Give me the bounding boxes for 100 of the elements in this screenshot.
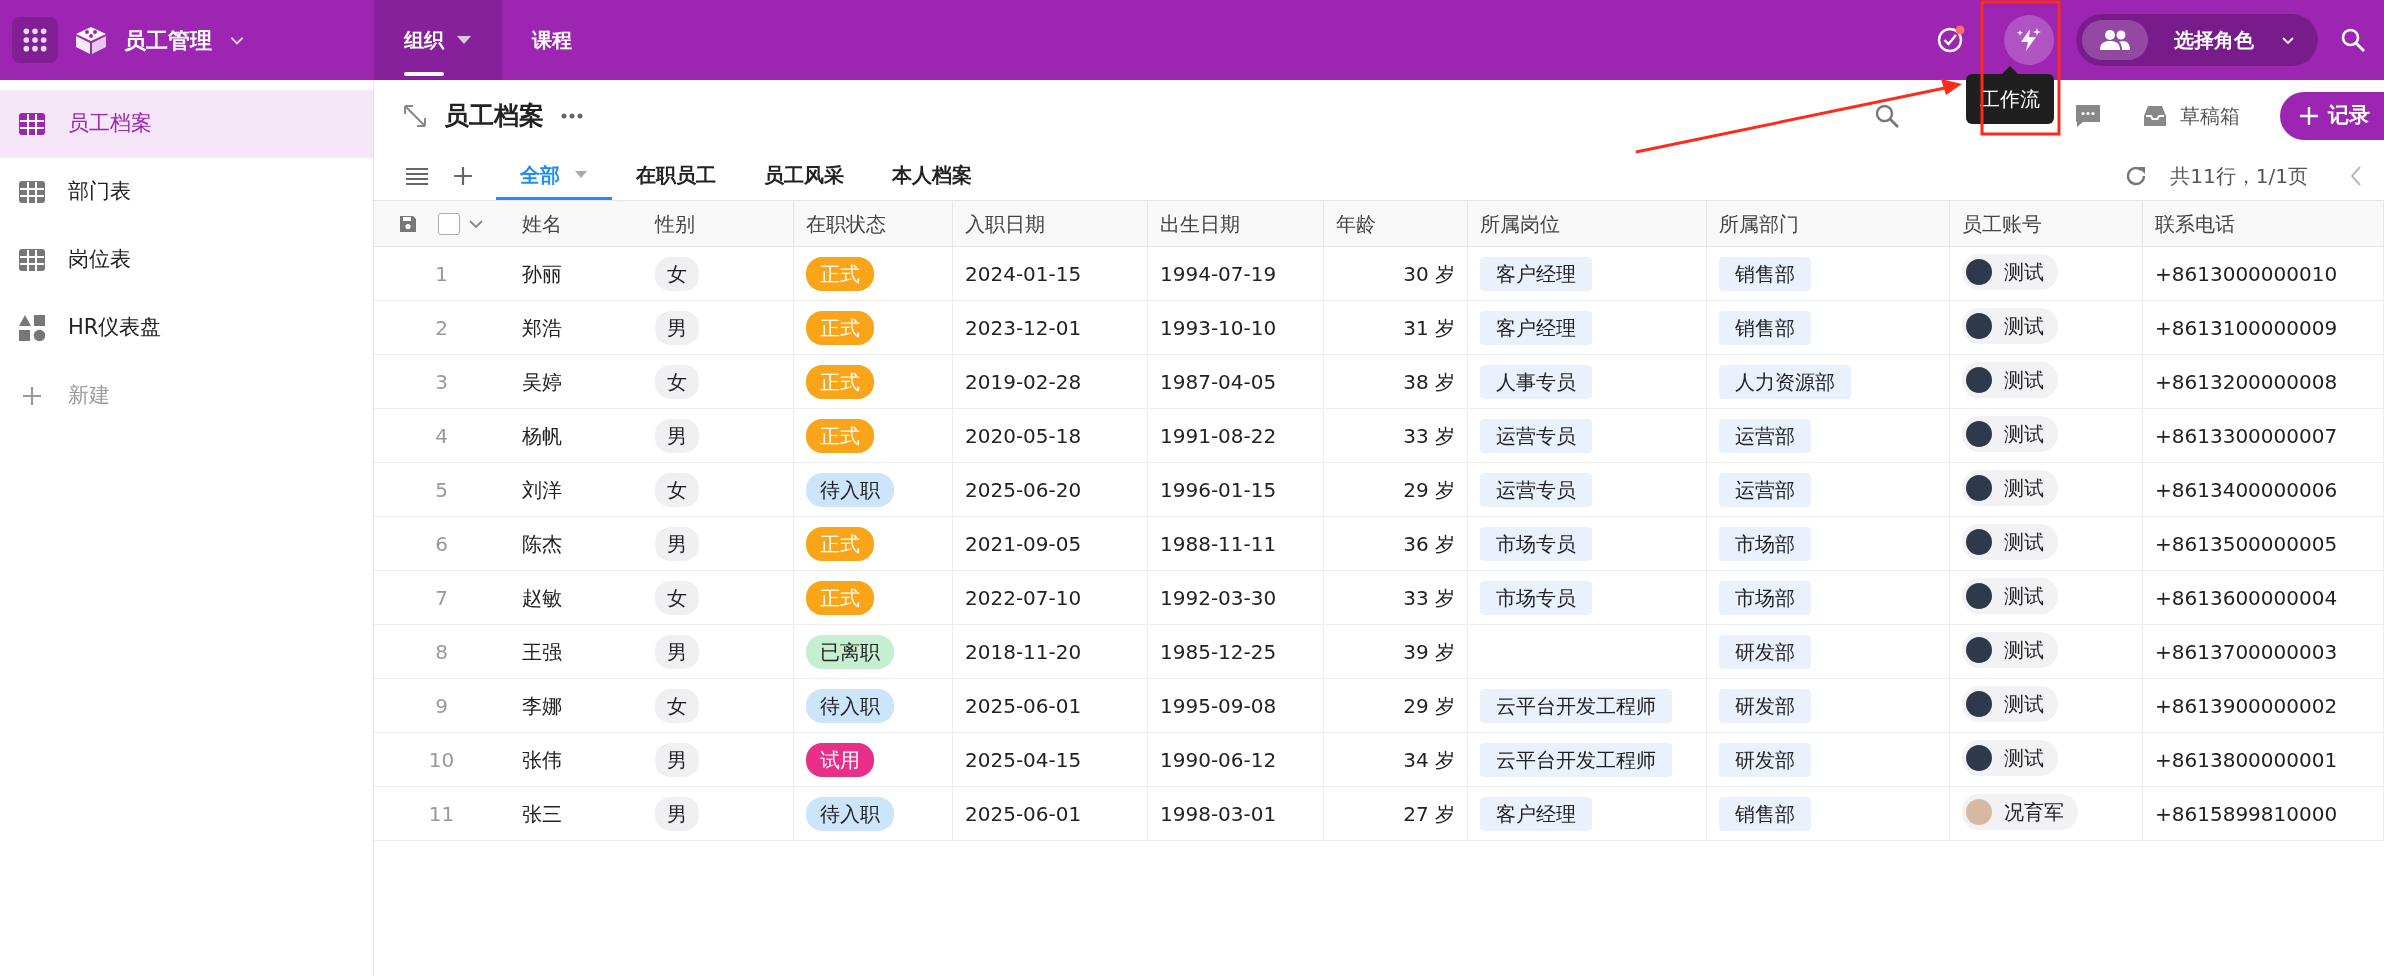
table-cell: 2025-06-01 <box>952 786 1148 841</box>
status-tag: 试用 <box>806 742 874 777</box>
table-cell: 赵敏 <box>509 570 643 625</box>
view-tab[interactable]: 员工风采 <box>739 152 868 200</box>
gender-tag: 女 <box>654 580 699 615</box>
table-cell: +8613100000009 <box>2142 300 2384 355</box>
nav-tab[interactable]: 组织 <box>374 0 502 80</box>
status-tag: 正式 <box>806 364 874 399</box>
department-tag: 研发部 <box>1719 634 1811 669</box>
account-name: 测试 <box>2004 421 2044 448</box>
table-cell: 33 岁 <box>1323 408 1468 463</box>
table-cell: 郑浩 <box>509 300 643 355</box>
status-tag: 正式 <box>806 310 874 345</box>
position-tag: 市场专员 <box>1480 526 1592 561</box>
department-tag: 人力资源部 <box>1719 364 1851 399</box>
table-cell: 39 岁 <box>1323 624 1468 679</box>
column-header: 性别 <box>642 200 794 247</box>
account-name: 测试 <box>2004 259 2044 286</box>
comment-icon[interactable] <box>2074 103 2102 129</box>
sidebar-item[interactable]: 岗位表 <box>0 226 373 294</box>
page-title: 员工档案 <box>443 100 544 133</box>
table-cell: 张三 <box>509 786 643 841</box>
account-name: 测试 <box>2004 475 2044 502</box>
sidebar-item[interactable]: 部门表 <box>0 158 373 226</box>
table-cell: +8613500000005 <box>2142 516 2384 571</box>
table-cell: 1995-09-08 <box>1147 678 1324 733</box>
table-cell: 1993-10-10 <box>1147 300 1324 355</box>
status-tag: 正式 <box>806 256 874 291</box>
table-cell: 31 岁 <box>1323 300 1468 355</box>
status-tag: 待入职 <box>806 796 894 831</box>
table-cell: 1996-01-15 <box>1147 462 1324 517</box>
plus-icon <box>2298 105 2320 127</box>
table-cell: 1998-03-01 <box>1147 786 1324 841</box>
table-cell: 2025-04-15 <box>952 732 1148 787</box>
row-number: 6 <box>373 516 510 571</box>
table-cell: 张伟 <box>509 732 643 787</box>
sidebar-item[interactable]: 员工档案 <box>0 90 373 158</box>
status-tag: 待入职 <box>806 472 894 507</box>
table-cell: 2024-01-15 <box>952 246 1148 301</box>
nav-tab[interactable]: 课程 <box>502 0 602 80</box>
table-cell: 2025-06-20 <box>952 462 1148 517</box>
department-tag: 销售部 <box>1719 256 1811 291</box>
table-cell: 1987-04-05 <box>1147 354 1324 409</box>
table-cell: 34 岁 <box>1323 732 1468 787</box>
search-icon[interactable] <box>2340 27 2366 53</box>
status-tag: 待入职 <box>806 688 894 723</box>
table-cell: 陈杰 <box>509 516 643 571</box>
expand-icon[interactable] <box>401 103 428 129</box>
add-record-button[interactable]: 记录 <box>2280 92 2384 140</box>
inbox-tray-icon <box>2142 104 2168 128</box>
table-grid-icon <box>18 248 46 272</box>
pagination-info: 共11行，1/1页 <box>2170 163 2308 190</box>
status-tag: 已离职 <box>806 634 894 669</box>
list-icon[interactable] <box>403 166 430 186</box>
search-icon[interactable] <box>1874 103 1900 129</box>
department-tag: 销售部 <box>1719 796 1811 831</box>
table-cell: +8613300000007 <box>2142 408 2384 463</box>
gender-tag: 男 <box>654 526 699 561</box>
apps-button[interactable] <box>12 17 58 63</box>
table-cell: 27 岁 <box>1323 786 1468 841</box>
table-cell: 杨帆 <box>509 408 643 463</box>
position-tag: 运营专员 <box>1480 418 1592 453</box>
department-tag: 研发部 <box>1719 688 1811 723</box>
table-cell: 2019-02-28 <box>952 354 1148 409</box>
people-icon <box>2099 29 2131 51</box>
account-name: 测试 <box>2004 313 2044 340</box>
table-cell: 王强 <box>509 624 643 679</box>
plus-icon[interactable] <box>451 165 474 187</box>
status-tag: 正式 <box>806 418 874 453</box>
table-cell: 2025-06-01 <box>952 678 1148 733</box>
account-name: 测试 <box>2004 637 2044 664</box>
task-check-icon[interactable] <box>1936 25 1966 55</box>
gender-tag: 男 <box>654 742 699 777</box>
column-header: 出生日期 <box>1147 200 1324 247</box>
table-cell: +8613400000006 <box>2142 462 2384 517</box>
drafts-button[interactable]: 草稿箱 <box>2136 100 2246 132</box>
gender-tag: 女 <box>654 364 699 399</box>
department-tag: 销售部 <box>1719 310 1811 345</box>
account-name: 测试 <box>2004 529 2044 556</box>
department-tag: 运营部 <box>1719 472 1811 507</box>
select-all-checkbox[interactable] <box>437 212 460 235</box>
row-number: 4 <box>373 408 510 463</box>
role-selector[interactable]: 选择角色 <box>2076 14 2318 66</box>
account-name: 测试 <box>2004 367 2044 394</box>
account-name: 况育军 <box>2004 799 2064 826</box>
more-icon[interactable] <box>559 112 584 120</box>
table-cell: 2021-09-05 <box>952 516 1148 571</box>
table-cell: 2022-07-10 <box>952 570 1148 625</box>
row-number: 11 <box>373 786 510 841</box>
view-tab[interactable]: 本人档案 <box>867 152 996 200</box>
view-tab[interactable]: 在职员工 <box>611 152 740 200</box>
gender-tag: 女 <box>654 256 699 291</box>
gender-tag: 男 <box>654 418 699 453</box>
account-name: 测试 <box>2004 691 2044 718</box>
row-number: 8 <box>373 624 510 679</box>
save-icon[interactable] <box>397 213 418 234</box>
sidebar-item[interactable]: HR仪表盘 <box>0 294 373 362</box>
status-tag: 正式 <box>806 580 874 615</box>
account-name: 测试 <box>2004 745 2044 772</box>
workflow-button[interactable] <box>2004 15 2054 65</box>
